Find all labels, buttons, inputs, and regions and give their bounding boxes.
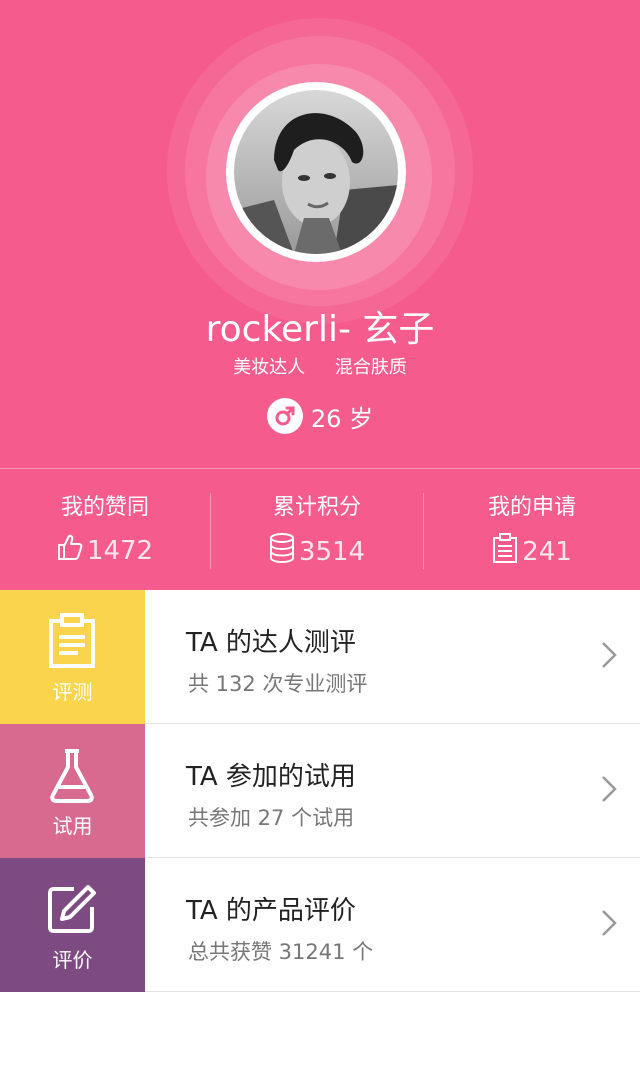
- chevron-right-icon: [600, 640, 618, 674]
- stats-bar: 我的赞同 1472 累计积分 3514 我的申请 241: [0, 468, 640, 591]
- user-name: rockerli- 玄子: [205, 309, 435, 350]
- stat-points-label: 累计积分: [272, 495, 361, 520]
- menu-row-ratings[interactable]: 评价 TA 的产品评价 总共获赞 31241 个: [0, 858, 640, 992]
- thumbs-up-icon: [57, 533, 83, 568]
- menu-row-reviews-subtitle: 共 132 次专业测评: [188, 672, 368, 696]
- age-text: 26 岁: [310, 404, 374, 433]
- tile-ratings: 评价: [0, 858, 145, 992]
- stat-applications[interactable]: 我的申请 241: [424, 469, 640, 591]
- user-tags: 美妆达人 混合肤质: [0, 353, 640, 379]
- profile-header: rockerli- 玄子 美妆达人 混合肤质 26 岁: [0, 0, 640, 468]
- male-icon: [266, 398, 303, 434]
- clipboard-icon: [492, 533, 518, 570]
- avatar[interactable]: [226, 82, 406, 262]
- stat-applications-label: 我的申请: [487, 495, 576, 520]
- chevron-right-icon: [600, 774, 618, 808]
- chevron-right-icon: [600, 908, 618, 942]
- menu-row-trials-subtitle: 共参加 27 个试用: [188, 806, 355, 830]
- stat-likes[interactable]: 我的赞同 1472: [0, 469, 210, 591]
- tile-ratings-label: 评价: [52, 948, 93, 972]
- menu-row-ratings-title: TA 的产品评价: [186, 896, 356, 926]
- coins-icon: [269, 533, 295, 570]
- user-age: 26 岁: [0, 398, 640, 434]
- menu-row-ratings-subtitle: 总共获赞 31241 个: [188, 940, 374, 964]
- flask-icon: [46, 746, 98, 804]
- stat-likes-label: 我的赞同: [60, 495, 149, 520]
- tag-expert: 美妆达人: [233, 357, 306, 378]
- profile-menu-list: 评测 TA 的达人测评 共 132 次专业测评 试用 TA 参加的试用 共参加 …: [0, 590, 640, 992]
- avatar-photo: [234, 90, 398, 254]
- edit-icon: [46, 880, 98, 938]
- tag-skin-type: 混合肤质: [334, 357, 407, 378]
- menu-row-trials-title: TA 参加的试用: [186, 762, 356, 792]
- menu-row-reviews[interactable]: 评测 TA 的达人测评 共 132 次专业测评: [0, 590, 640, 724]
- menu-row-trials[interactable]: 试用 TA 参加的试用 共参加 27 个试用: [0, 724, 640, 858]
- stat-likes-value: 1472: [86, 535, 154, 566]
- stat-applications-value: 241: [522, 536, 572, 567]
- menu-row-reviews-title: TA 的达人测评: [186, 628, 356, 658]
- stat-points[interactable]: 累计积分 3514: [211, 469, 423, 591]
- tile-trials-label: 试用: [52, 814, 93, 838]
- stat-points-value: 3514: [298, 536, 366, 567]
- clipboard-icon: [46, 612, 98, 670]
- tile-trials: 试用: [0, 724, 145, 858]
- tile-reviews: 评测: [0, 590, 145, 724]
- tile-reviews-label: 评测: [52, 680, 93, 704]
